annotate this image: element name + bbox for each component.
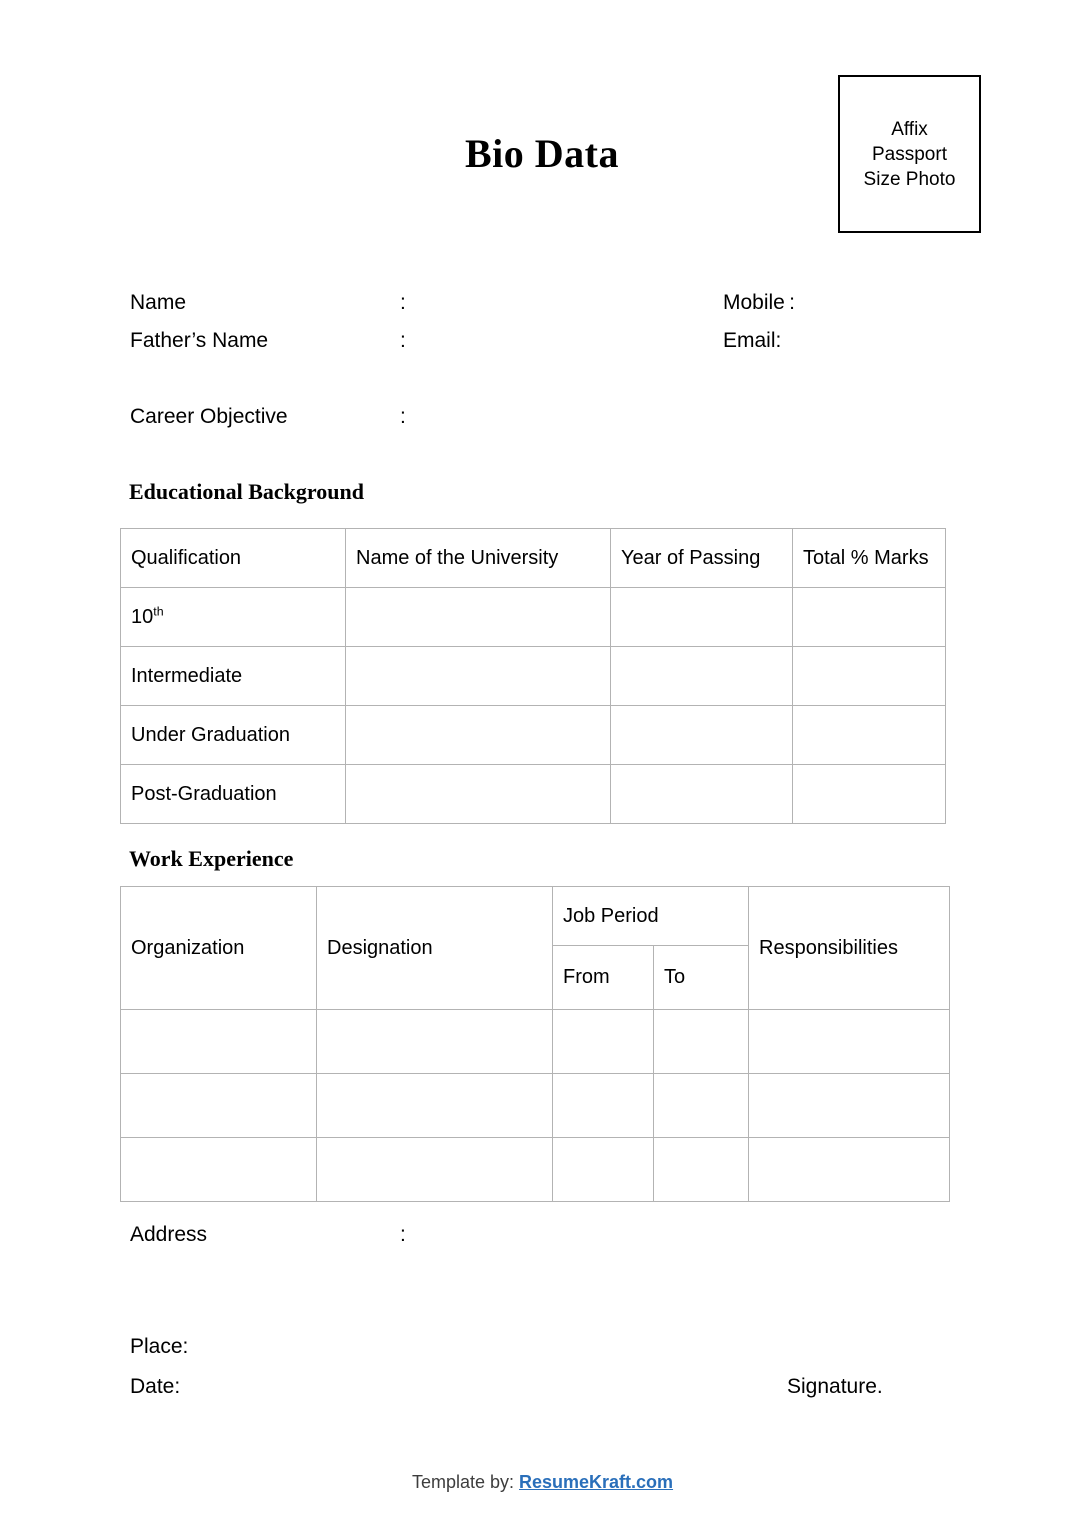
email-label: Email: [723, 329, 782, 352]
bio-data-document: Bio Data Affix Passport Size Photo Name … [0, 0, 1085, 1536]
education-qualification-cell: Intermediate [120, 646, 346, 706]
work-organization-cell[interactable] [120, 1009, 317, 1074]
education-qualification-cell: Post-Graduation [120, 764, 346, 824]
career-objective-colon: : [400, 405, 406, 428]
work-from-cell[interactable] [552, 1073, 654, 1138]
education-university-cell[interactable] [345, 646, 611, 706]
work-col-from: From [552, 945, 654, 1010]
education-marks-cell[interactable] [792, 587, 946, 647]
education-year-cell[interactable] [610, 646, 793, 706]
section-heading-work-experience: Work Experience [129, 846, 294, 871]
work-col-to: To [653, 945, 749, 1010]
mobile-label: Mobile : [723, 291, 795, 314]
passport-photo-label: Affix Passport Size Photo [864, 117, 956, 192]
address-colon: : [400, 1223, 406, 1246]
education-qualification-cell: Under Graduation [120, 705, 346, 765]
education-university-cell[interactable] [345, 764, 611, 824]
work-experience-table: Organization Designation Job Period Resp… [120, 886, 950, 1202]
place-label: Place: [130, 1335, 189, 1358]
work-responsibilities-cell[interactable] [748, 1073, 950, 1138]
section-heading-education: Educational Background [129, 479, 364, 504]
career-objective-label: Career Objective [130, 405, 288, 428]
education-col-university: Name of the University [345, 528, 611, 588]
education-year-cell[interactable] [610, 705, 793, 765]
work-to-cell[interactable] [653, 1137, 749, 1202]
work-col-job-period: Job Period [552, 886, 749, 946]
work-from-cell[interactable] [552, 1009, 654, 1074]
table-row: Intermediate [120, 646, 946, 706]
template-credit-prefix: Template by: [411, 1472, 519, 1492]
page-title-text: Bio Data [465, 131, 619, 176]
education-qualification-ordinal: th [153, 603, 164, 618]
fathers-name-colon: : [400, 329, 406, 352]
education-table: Qualification Name of the University Yea… [120, 528, 946, 824]
work-designation-cell[interactable] [316, 1009, 553, 1074]
photo-label-line-2: Passport [872, 143, 947, 165]
photo-label-line-3: Size Photo [863, 168, 956, 190]
work-organization-cell[interactable] [120, 1137, 317, 1202]
education-university-cell[interactable] [345, 705, 611, 765]
table-row [120, 1073, 950, 1138]
work-to-cell[interactable] [653, 1009, 749, 1074]
education-qualification-cell: 10th [120, 587, 346, 647]
education-col-qualification: Qualification [120, 528, 346, 588]
education-col-marks: Total % Marks [792, 528, 946, 588]
work-organization-cell[interactable] [120, 1073, 317, 1138]
work-designation-cell[interactable] [316, 1137, 553, 1202]
name-colon: : [400, 291, 406, 314]
work-header-row: Organization Designation Job Period Resp… [120, 886, 950, 1010]
education-year-cell[interactable] [610, 764, 793, 824]
table-row: 10th [120, 587, 946, 647]
table-row: Under Graduation [120, 705, 946, 765]
education-marks-cell[interactable] [792, 705, 946, 765]
education-university-cell[interactable] [345, 587, 611, 647]
table-row [120, 1137, 950, 1202]
work-responsibilities-cell[interactable] [748, 1009, 950, 1074]
passport-photo-box[interactable]: Affix Passport Size Photo [838, 75, 981, 233]
education-qualification-text: 10 [131, 605, 154, 628]
work-responsibilities-cell[interactable] [748, 1137, 950, 1202]
signature-label: Signature. [787, 1375, 883, 1398]
work-from-cell[interactable] [552, 1137, 654, 1202]
name-label: Name [130, 291, 187, 314]
resumekraft-link[interactable]: ResumeKraft.com [519, 1472, 673, 1492]
date-label: Date: [130, 1375, 181, 1398]
education-marks-cell[interactable] [792, 764, 946, 824]
work-col-organization: Organization [120, 886, 317, 1010]
work-col-designation: Designation [316, 886, 553, 1010]
template-credit: Template by: ResumeKraft.com [0, 1470, 1085, 1494]
work-designation-cell[interactable] [316, 1073, 553, 1138]
table-row: Post-Graduation [120, 764, 946, 824]
photo-label-line-1: Affix [891, 118, 928, 140]
education-header-row: Qualification Name of the University Yea… [120, 528, 946, 588]
education-col-year: Year of Passing [610, 528, 793, 588]
fathers-name-label: Father’s Name [130, 329, 269, 352]
table-row [120, 1009, 950, 1074]
work-col-responsibilities: Responsibilities [748, 886, 950, 1010]
address-label: Address [130, 1223, 208, 1246]
education-year-cell[interactable] [610, 587, 793, 647]
work-to-cell[interactable] [653, 1073, 749, 1138]
education-marks-cell[interactable] [792, 646, 946, 706]
